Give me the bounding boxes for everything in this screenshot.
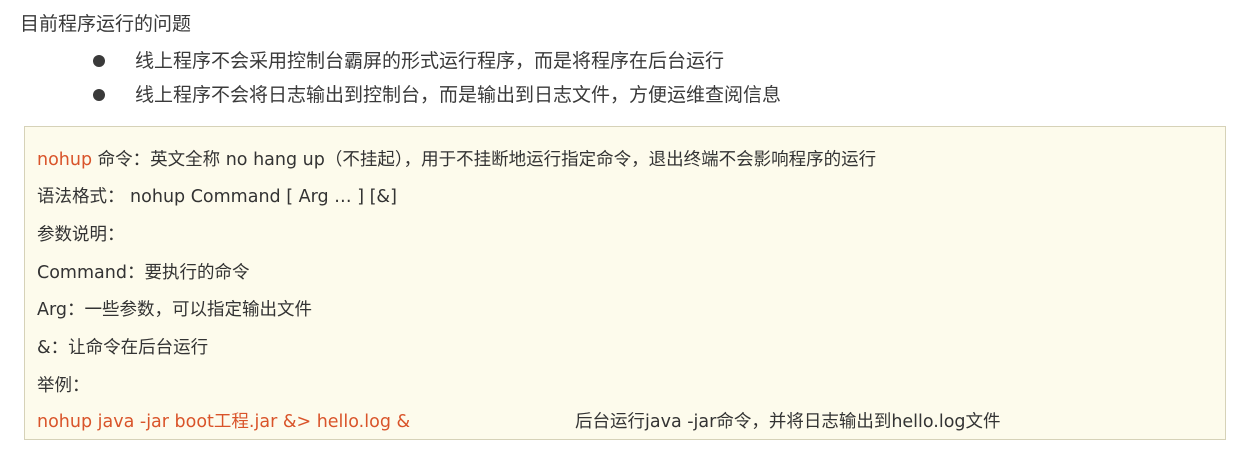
list-item: 线上程序不会将日志输出到控制台，而是输出到日志文件，方便运维查阅信息 (93, 78, 781, 112)
nohup-description-text: 命令：英文全称 no hang up（不挂起），用于不挂断地运行指定命令，退出终… (92, 150, 877, 170)
problem-list: 线上程序不会采用控制台霸屏的形式运行程序，而是将程序在后台运行 线上程序不会将日… (93, 44, 781, 112)
param-ampersand: &：让命令在后台运行 (37, 338, 209, 358)
syntax-line: 语法格式： nohup Command [ Arg … ] [&] (37, 187, 397, 207)
page-title: 目前程序运行的问题 (20, 13, 192, 35)
example-heading: 举例： (37, 376, 90, 396)
example-command: nohup java -jar boot工程.jar &> hello.log … (37, 412, 411, 432)
nohup-description: nohup 命令：英文全称 no hang up（不挂起），用于不挂断地运行指定… (37, 146, 876, 171)
param-command: Command：要执行的命令 (37, 263, 250, 283)
list-item: 线上程序不会采用控制台霸屏的形式运行程序，而是将程序在后台运行 (93, 44, 781, 78)
list-item-text: 线上程序不会将日志输出到控制台，而是输出到日志文件，方便运维查阅信息 (135, 84, 782, 106)
list-item-text: 线上程序不会采用控制台霸屏的形式运行程序，而是将程序在后台运行 (135, 50, 725, 72)
example-note: 后台运行java -jar命令，并将日志输出到hello.log文件 (575, 412, 1001, 432)
nohup-info-box: nohup 命令：英文全称 no hang up（不挂起），用于不挂断地运行指定… (24, 126, 1226, 440)
bullet-icon (93, 55, 105, 67)
nohup-keyword: nohup (37, 150, 93, 170)
param-arg: Arg：一些参数，可以指定输出文件 (37, 300, 312, 320)
bullet-icon (93, 89, 105, 101)
params-heading: 参数说明： (37, 225, 125, 245)
